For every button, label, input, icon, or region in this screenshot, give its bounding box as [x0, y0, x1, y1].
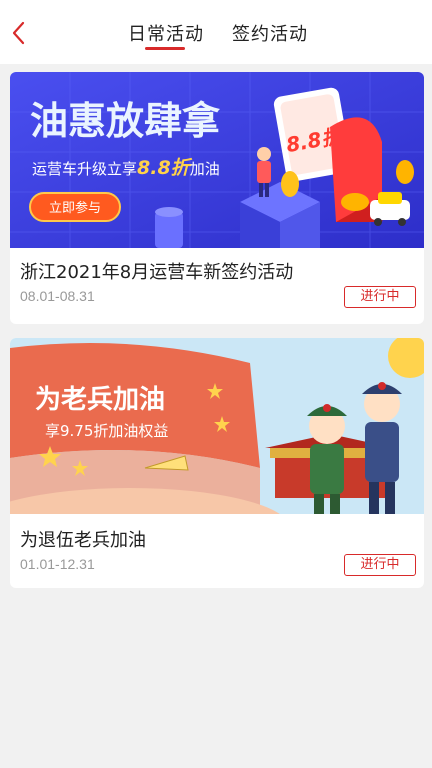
status-badge: 进行中 — [344, 554, 416, 576]
activity-card[interactable]: 油惠放肆拿 运营车升级立享8.8折加油 立即参与 8.8折 浙江2021年8月运… — [10, 72, 424, 324]
banner-headline: 为老兵加油 — [35, 385, 165, 415]
back-button[interactable] — [6, 18, 32, 48]
activity-title[interactable]: 浙江2021年8月运营车新签约活动 — [20, 258, 293, 284]
activity-banner-image[interactable]: 油惠放肆拿 运营车升级立享8.8折加油 立即参与 8.8折 — [10, 72, 424, 248]
banner-subline-highlight: 8.8折 — [137, 157, 193, 179]
activity-card[interactable]: 为老兵加油 享9.75折加油权益 为退伍老兵加油 01.01-12.31 进行中 — [10, 338, 424, 588]
banner-cta-label: 立即参与 — [49, 200, 101, 216]
svg-text:运营车升级立享8.8折加油: 运营车升级立享8.8折加油 — [32, 157, 220, 179]
activity-banner-image[interactable]: 为老兵加油 享9.75折加油权益 — [10, 338, 424, 514]
banner-headline: 油惠放肆拿 — [30, 99, 220, 143]
top-navigation-bar: 日常活动 签约活动 — [0, 0, 432, 64]
banner-subline: 享9.75折加油权益 — [45, 422, 168, 440]
tab-daily-activities[interactable]: 日常活动 — [128, 20, 204, 46]
activity-date-range: 08.01-08.31 — [20, 288, 95, 304]
activity-title[interactable]: 为退伍老兵加油 — [20, 526, 146, 552]
activity-date-range: 01.01-12.31 — [20, 556, 95, 572]
status-badge: 进行中 — [344, 286, 416, 308]
banner-subline-pre: 运营车升级立享 — [32, 160, 137, 178]
banner-subline-post: 加油 — [190, 160, 220, 178]
active-tab-indicator — [145, 47, 185, 50]
chevron-left-icon — [12, 21, 25, 45]
tab-contract-activities[interactable]: 签约活动 — [232, 20, 308, 46]
